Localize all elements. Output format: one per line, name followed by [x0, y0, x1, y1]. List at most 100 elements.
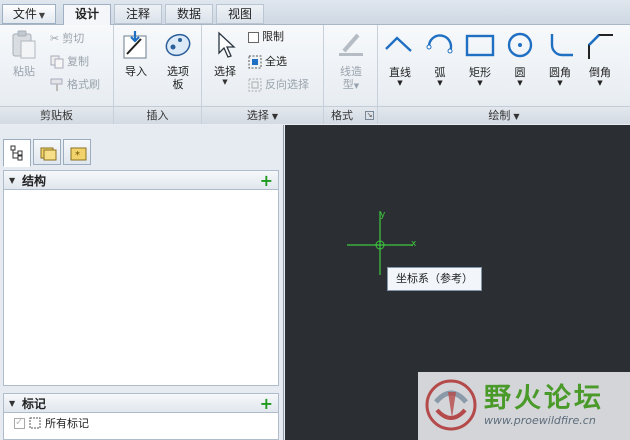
chamfer-icon — [588, 34, 613, 59]
marker-icon — [29, 417, 41, 429]
palette-icon — [165, 33, 191, 57]
all-markers-label: 所有标记 — [45, 417, 89, 430]
copy-label: 复制 — [67, 55, 89, 68]
chevron-down-icon: ▼ — [517, 79, 523, 87]
format-painter-button[interactable]: 格式刷 — [50, 75, 100, 95]
fillet-button[interactable]: 圆角 ▼ — [542, 31, 578, 87]
y-axis-label: y — [380, 210, 386, 220]
chamfer-label: 倒角 — [589, 66, 611, 79]
select-label: 选择 — [214, 65, 236, 78]
format-group-label-text: 格式 — [331, 109, 353, 122]
import-label: 导入 — [125, 65, 147, 78]
rectangle-icon — [465, 34, 495, 57]
invert-selection-label: 反向选择 — [265, 78, 309, 91]
paste-label: 粘贴 — [13, 65, 35, 78]
import-button[interactable]: 导入 — [118, 29, 154, 78]
circle-button[interactable]: 圆 ▼ — [502, 31, 538, 87]
rectangle-button[interactable]: 矩形 ▼ — [462, 31, 498, 87]
draw-group: 直线 ▼ 弧 ▼ 矩形 ▼ 圆 ▼ 圆角 ▼ 倒角 ▼ 绘制 ▼ — [378, 25, 630, 124]
tab-design[interactable]: 设计 — [63, 4, 111, 26]
structure-tree — [3, 190, 279, 386]
cut-label: 剪切 — [62, 32, 85, 45]
line-style-label-line2: 型 — [342, 78, 354, 91]
navigator-panel: * ▼ 结构 + ▼ 标记 + 所有标记 — [0, 125, 284, 440]
invert-selection-button[interactable]: 反向选择 — [248, 75, 309, 95]
structure-title: 结构 — [22, 174, 47, 188]
collapse-triangle-icon: ▼ — [9, 176, 16, 185]
circle-icon — [507, 32, 533, 58]
line-style-label-line1: 线造 — [340, 65, 362, 78]
tab-annotate[interactable]: 注释 — [114, 4, 162, 24]
structure-section-header[interactable]: ▼ 结构 + — [3, 170, 279, 190]
add-icon[interactable]: + — [260, 171, 273, 191]
select-all-button[interactable]: 全选 — [248, 52, 287, 72]
line-style-button[interactable]: 线造 型▼ — [332, 29, 370, 93]
select-group-label-text: 选择 — [246, 109, 269, 122]
line-label: 直线 — [389, 66, 411, 79]
select-button[interactable]: 选择 ▼ — [208, 29, 242, 86]
select-all-label: 全选 — [265, 55, 287, 68]
favorites-folder-icon: * — [70, 147, 87, 161]
watermark-url: www.proewildfire.cn — [484, 414, 596, 427]
chamfer-button[interactable]: 倒角 ▼ — [582, 31, 618, 87]
import-icon — [123, 31, 147, 59]
arc-icon — [426, 34, 453, 54]
copy-icon — [50, 55, 64, 69]
select-group-label[interactable]: 选择 ▼ — [202, 106, 323, 124]
line-button[interactable]: 直线 ▼ — [382, 31, 418, 87]
file-menu-tab[interactable]: 文件 ▼ — [2, 4, 56, 24]
draw-group-label[interactable]: 绘制 ▼ — [378, 106, 630, 124]
arc-button[interactable]: 弧 ▼ — [422, 31, 458, 87]
arc-label: 弧 — [434, 66, 446, 79]
rectangle-label: 矩形 — [469, 66, 491, 79]
model-tree-tab[interactable] — [3, 139, 31, 167]
palette-button[interactable]: 选项 板 — [158, 29, 198, 91]
chevron-down-icon: ▼ — [557, 79, 563, 87]
collapse-triangle-icon: ▼ — [9, 399, 16, 408]
tab-data[interactable]: 数据 — [165, 4, 213, 24]
chevron-down-icon: ▼ — [397, 79, 403, 87]
draw-group-label-text: 绘制 — [488, 109, 511, 122]
markers-list: 所有标记 — [3, 413, 279, 440]
watermark-title: 野火论坛 — [484, 383, 604, 414]
coordinate-system-tooltip: 坐标系（参考） — [387, 267, 482, 291]
markers-section-header[interactable]: ▼ 标记 + — [3, 393, 279, 413]
watermark-emblem-icon — [425, 379, 477, 431]
cursor-arrow-icon — [218, 31, 236, 58]
select-group: 选择 ▼ 限制 全选 反向选择 选择 ▼ — [202, 25, 324, 124]
all-markers-item[interactable]: 所有标记 — [14, 416, 89, 431]
insert-group-label: 插入 — [114, 106, 201, 124]
clipboard-group: 粘贴 ✂ 剪切 复制 格式刷 剪贴板 — [0, 25, 114, 124]
cut-button[interactable]: ✂ 剪切 — [50, 29, 84, 49]
chevron-down-icon: ▼ — [597, 79, 603, 87]
paste-button[interactable]: 粘贴 — [6, 29, 42, 78]
svg-text:*: * — [75, 150, 80, 161]
ribbon: 粘贴 ✂ 剪切 复制 格式刷 剪贴板 导入 选项 板 插入 选择 ▼ 限制 全选… — [0, 25, 630, 124]
x-axis-label: x — [411, 239, 417, 249]
favorites-tab[interactable]: * — [63, 139, 91, 165]
palette-label-line1: 选项 — [167, 65, 189, 78]
paste-icon — [12, 30, 36, 59]
circle-label: 圆 — [514, 66, 526, 79]
format-painter-icon — [50, 78, 63, 91]
ribbon-tab-bar: 文件 ▼ 设计 注释 数据 视图 — [0, 0, 630, 26]
dialog-launcher-icon[interactable]: ↘ — [365, 111, 374, 120]
fillet-label: 圆角 — [549, 66, 571, 79]
checkbox-icon[interactable] — [14, 416, 25, 430]
chevron-down-icon: ▼ — [437, 79, 443, 87]
scissors-icon: ✂ — [50, 32, 60, 45]
markers-title: 标记 — [22, 397, 47, 411]
clipboard-group-label: 剪贴板 — [0, 106, 113, 124]
invert-selection-icon — [248, 78, 262, 92]
checkbox-icon — [248, 31, 259, 43]
model-tree-icon — [10, 145, 23, 161]
tab-view[interactable]: 视图 — [216, 4, 264, 24]
constrain-checkbox[interactable]: 限制 — [248, 27, 284, 47]
fillet-icon — [550, 34, 573, 57]
add-icon[interactable]: + — [260, 394, 273, 414]
chevron-down-icon: ▼ — [477, 79, 483, 87]
folder-browser-tab[interactable] — [33, 139, 61, 165]
copy-button[interactable]: 复制 — [50, 52, 89, 72]
palette-label-line2: 板 — [172, 78, 184, 91]
constrain-label: 限制 — [262, 30, 284, 43]
